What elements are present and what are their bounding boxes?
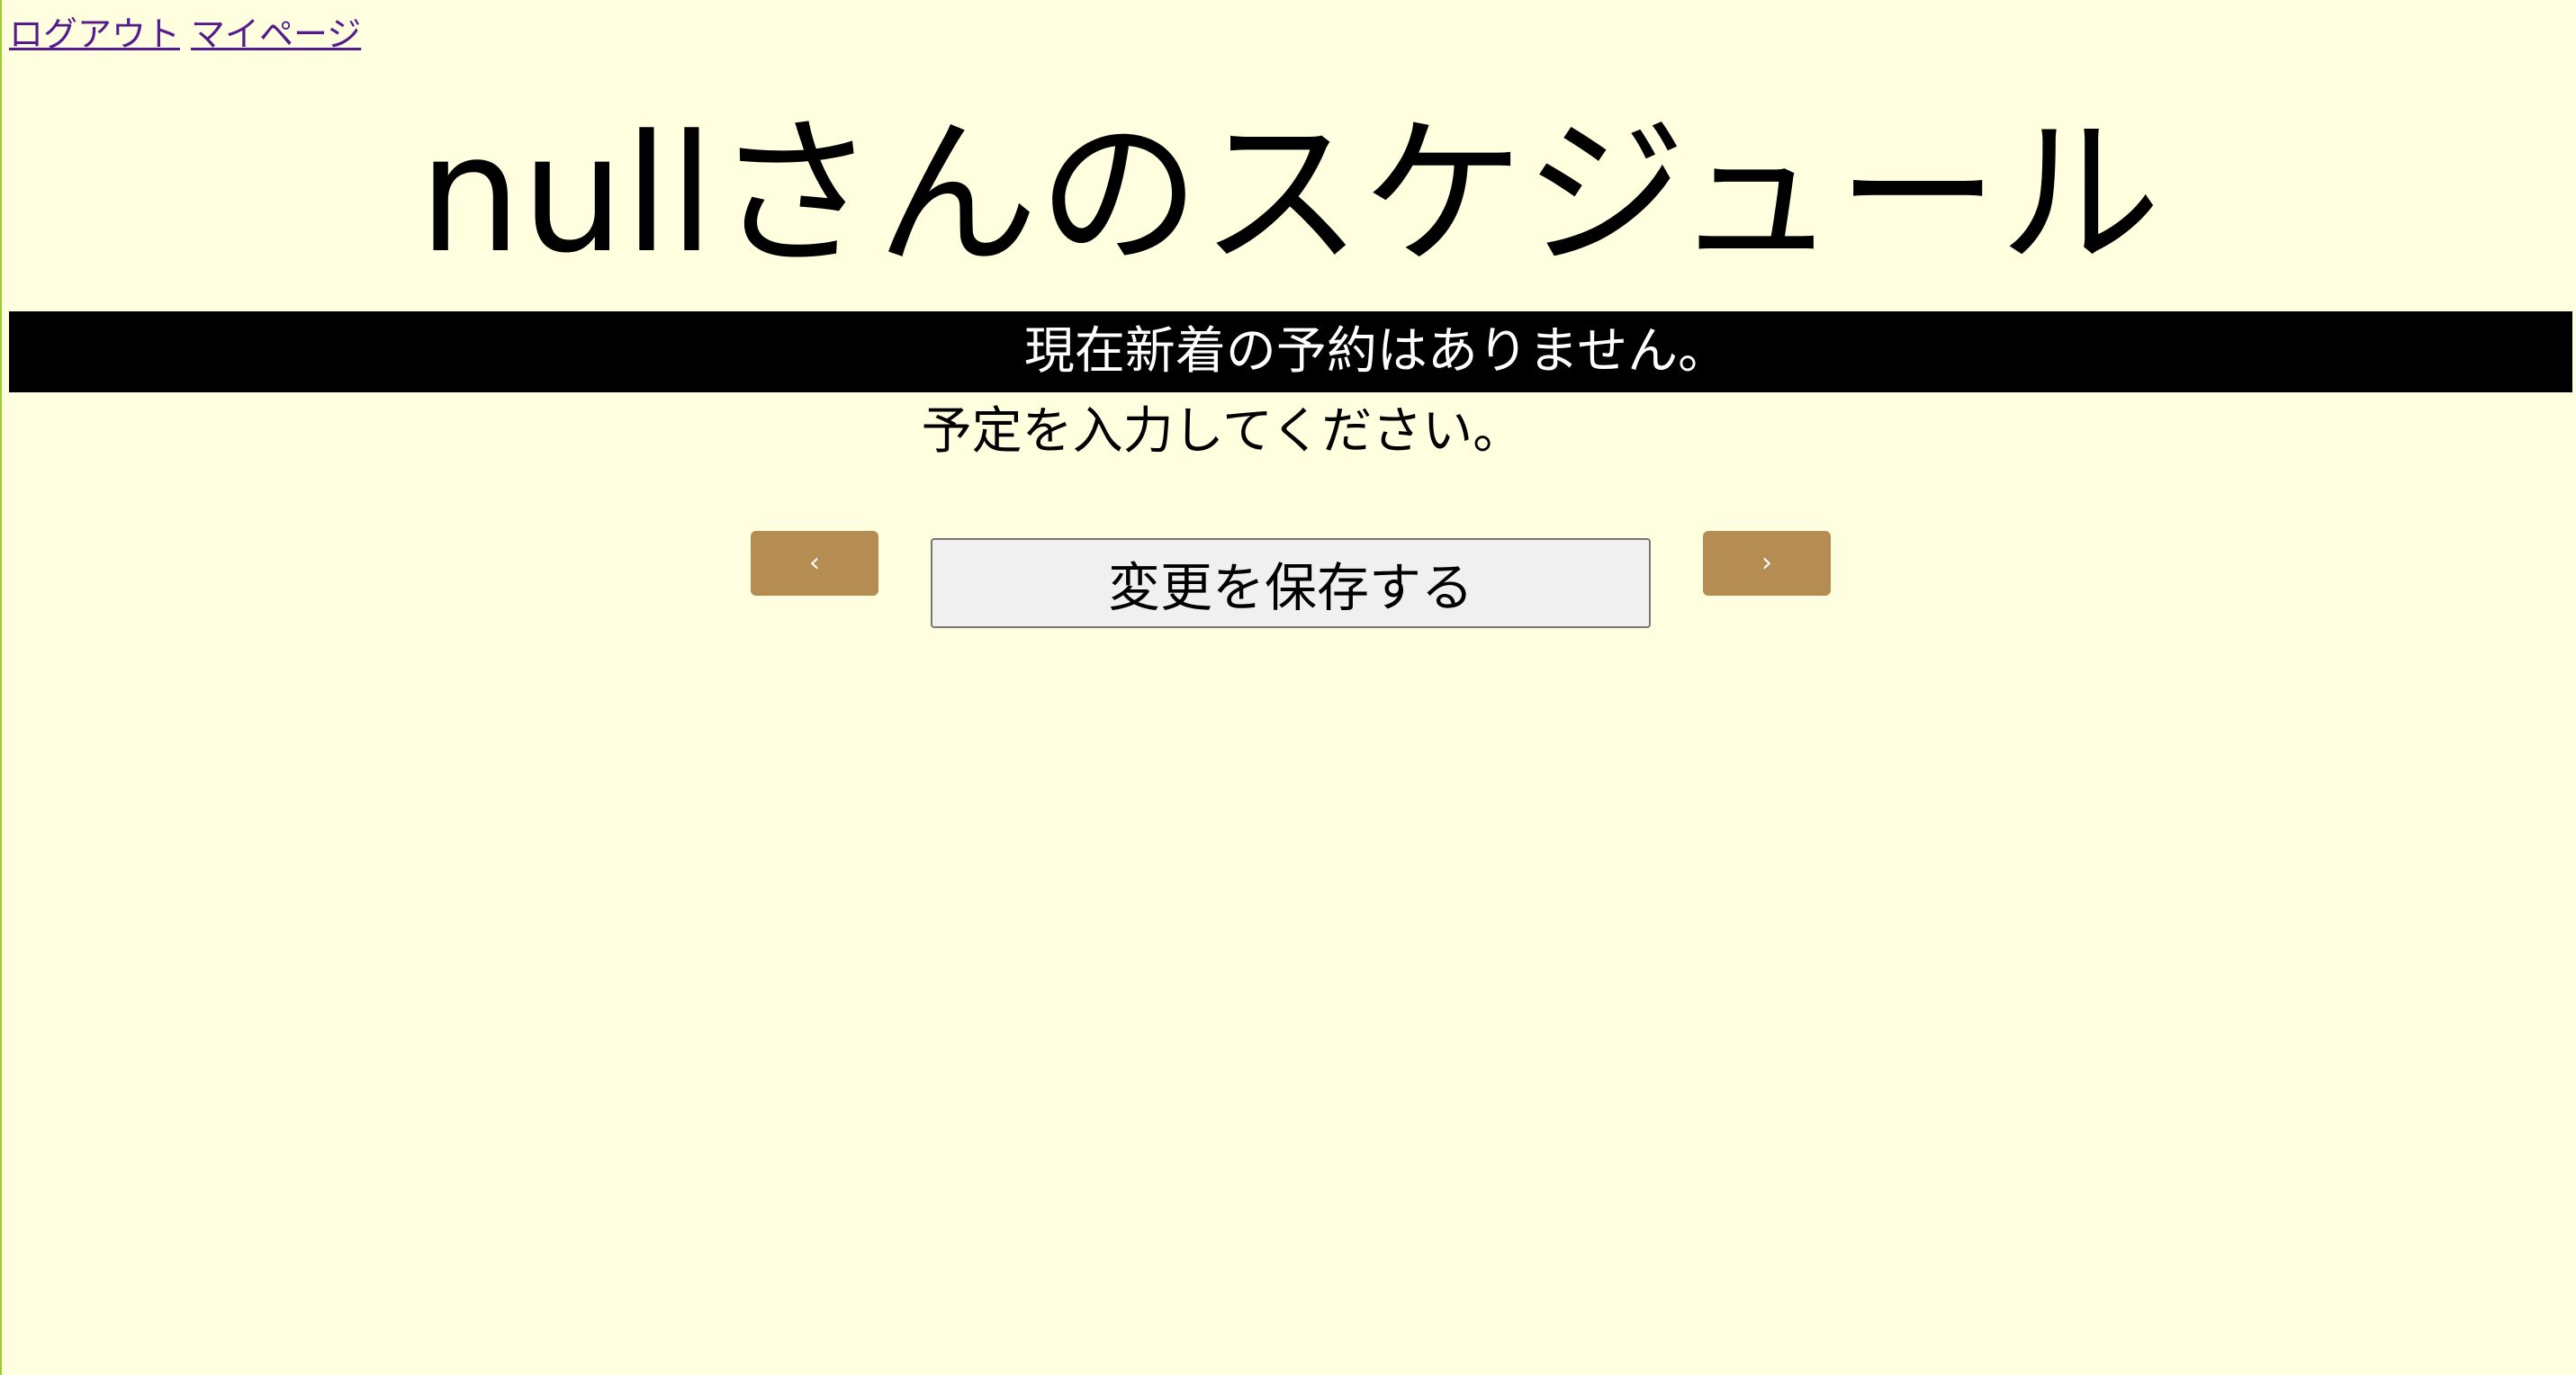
- top-nav: ログアウト マイページ: [9, 14, 372, 56]
- logout-link[interactable]: ログアウト: [9, 14, 180, 54]
- save-button[interactable]: 変更を保存する: [931, 538, 1651, 628]
- prev-week-button[interactable]: ‹: [751, 531, 878, 596]
- instruction-text: 予定を入力してください。: [921, 402, 1524, 461]
- mypage-link[interactable]: マイページ: [191, 14, 361, 54]
- notice-text: 現在新着の予約はありません。: [1023, 322, 1729, 381]
- notice-bar: 現在新着の予約はありません。: [9, 311, 2572, 392]
- next-week-button[interactable]: ›: [1703, 531, 1831, 596]
- page-title: nullさんのスケジュール: [419, 101, 2161, 289]
